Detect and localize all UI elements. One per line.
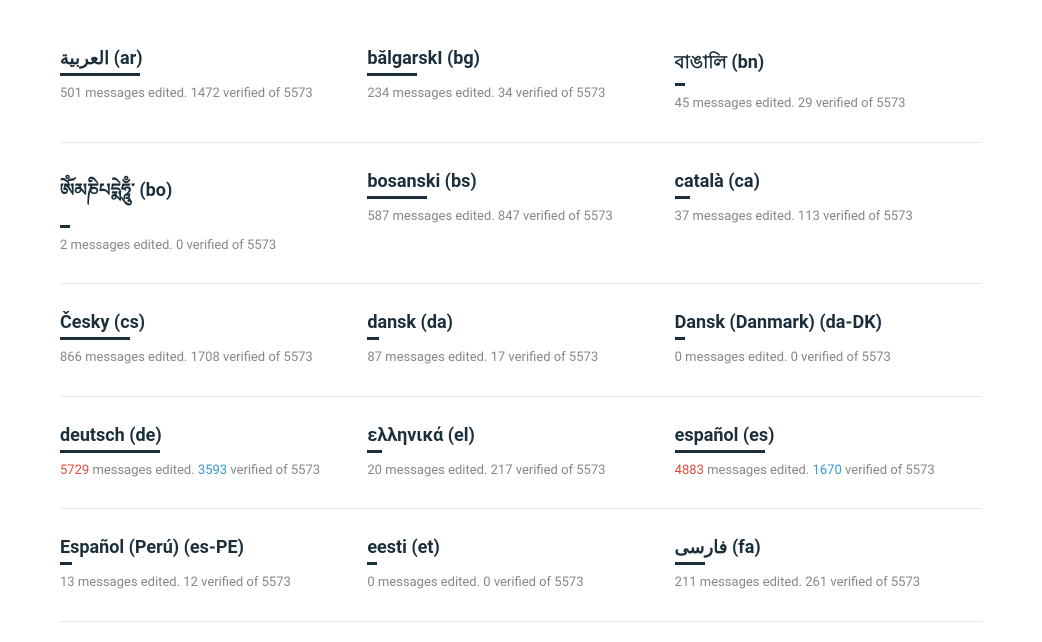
- language-underline: [675, 562, 705, 565]
- language-underline: [367, 196, 427, 199]
- language-stats: 4883 messages edited. 1670 verified of 5…: [675, 461, 962, 481]
- language-name: español (es): [675, 425, 962, 446]
- language-name: العربية (ar): [60, 48, 347, 69]
- language-name: فارسی (fa): [675, 537, 962, 558]
- language-stats: 501 messages edited. 1472 verified of 55…: [60, 84, 347, 104]
- language-card[interactable]: ελληνικά (el) 20 messages edited. 217 ver…: [367, 397, 674, 510]
- language-card[interactable]: deutsch (de) 5729 messages edited. 3593 v…: [60, 397, 367, 510]
- language-stats: 13 messages edited. 12 verified of 5573: [60, 573, 347, 593]
- language-card[interactable]: bosanski (bs) 587 messages edited. 847 ve…: [367, 143, 674, 285]
- language-stats: 2 messages edited. 0 verified of 5573: [60, 236, 347, 256]
- language-card[interactable]: বাঙালি (bn) 45 messages edited. 29 verifi…: [675, 20, 982, 143]
- language-card[interactable]: dansk (da) 87 messages edited. 17 verifie…: [367, 284, 674, 397]
- language-name: ༀམཎིཔདྨེཧཱུྃ་ (bo): [60, 171, 347, 221]
- language-stats: 5729 messages edited. 3593 verified of 5…: [60, 461, 347, 481]
- language-name: ελληνικά (el): [367, 425, 654, 446]
- language-grid: العربية (ar) 501 messages edited. 1472 ve…: [60, 20, 982, 622]
- language-underline: [60, 73, 140, 76]
- language-name: Česky (cs): [60, 312, 347, 333]
- language-underline: [367, 73, 417, 76]
- language-stats: 211 messages edited. 261 verified of 557…: [675, 573, 962, 593]
- language-underline: [675, 196, 690, 199]
- language-name: Dansk (Danmark) (da-DK): [675, 312, 962, 333]
- language-card[interactable]: فارسی (fa) 211 messages edited. 261 verif…: [675, 509, 982, 622]
- language-name: বাঙালি (bn): [675, 48, 962, 79]
- language-underline: [60, 225, 70, 228]
- language-stats: 866 messages edited. 1708 verified of 55…: [60, 348, 347, 368]
- language-stats: 20 messages edited. 217 verified of 5573: [367, 461, 654, 481]
- language-card[interactable]: العربية (ar) 501 messages edited. 1472 ve…: [60, 20, 367, 143]
- language-underline: [675, 83, 685, 86]
- language-name: eesti (et): [367, 537, 654, 558]
- language-underline: [60, 562, 72, 565]
- language-underline: [60, 450, 160, 453]
- language-stats: 234 messages edited. 34 verified of 5573: [367, 84, 654, 104]
- language-stats: 45 messages edited. 29 verified of 5573: [675, 94, 962, 114]
- language-card[interactable]: Español (Perú) (es-PE) 13 messages edited…: [60, 509, 367, 622]
- language-name: català (ca): [675, 171, 962, 192]
- language-card[interactable]: ༀམཎིཔདྨེཧཱུྃ་ (bo) 2 messages edited. 0 v…: [60, 143, 367, 285]
- language-card[interactable]: Dansk (Danmark) (da-DK) 0 messages edited…: [675, 284, 982, 397]
- language-card[interactable]: català (ca) 37 messages edited. 113 verif…: [675, 143, 982, 285]
- language-name: dansk (da): [367, 312, 654, 333]
- language-stats: 0 messages edited. 0 verified of 5573: [367, 573, 654, 593]
- language-name: Español (Perú) (es-PE): [60, 537, 347, 558]
- language-name: bălgarskI (bg): [367, 48, 654, 69]
- language-underline: [60, 337, 130, 340]
- language-underline: [367, 450, 382, 453]
- language-stats: 87 messages edited. 17 verified of 5573: [367, 348, 654, 368]
- language-underline: [675, 337, 685, 340]
- language-name: bosanski (bs): [367, 171, 654, 192]
- language-card[interactable]: bălgarskI (bg) 234 messages edited. 34 ve…: [367, 20, 674, 143]
- language-underline: [675, 450, 765, 453]
- language-card[interactable]: eesti (et) 0 messages edited. 0 verified …: [367, 509, 674, 622]
- language-underline: [367, 562, 377, 565]
- language-stats: 0 messages edited. 0 verified of 5573: [675, 348, 962, 368]
- language-underline: [367, 337, 379, 340]
- language-stats: 587 messages edited. 847 verified of 557…: [367, 207, 654, 227]
- language-stats: 37 messages edited. 113 verified of 5573: [675, 207, 962, 227]
- language-card[interactable]: Česky (cs) 866 messages edited. 1708 veri…: [60, 284, 367, 397]
- language-name: deutsch (de): [60, 425, 347, 446]
- language-card[interactable]: español (es) 4883 messages edited. 1670 v…: [675, 397, 982, 510]
